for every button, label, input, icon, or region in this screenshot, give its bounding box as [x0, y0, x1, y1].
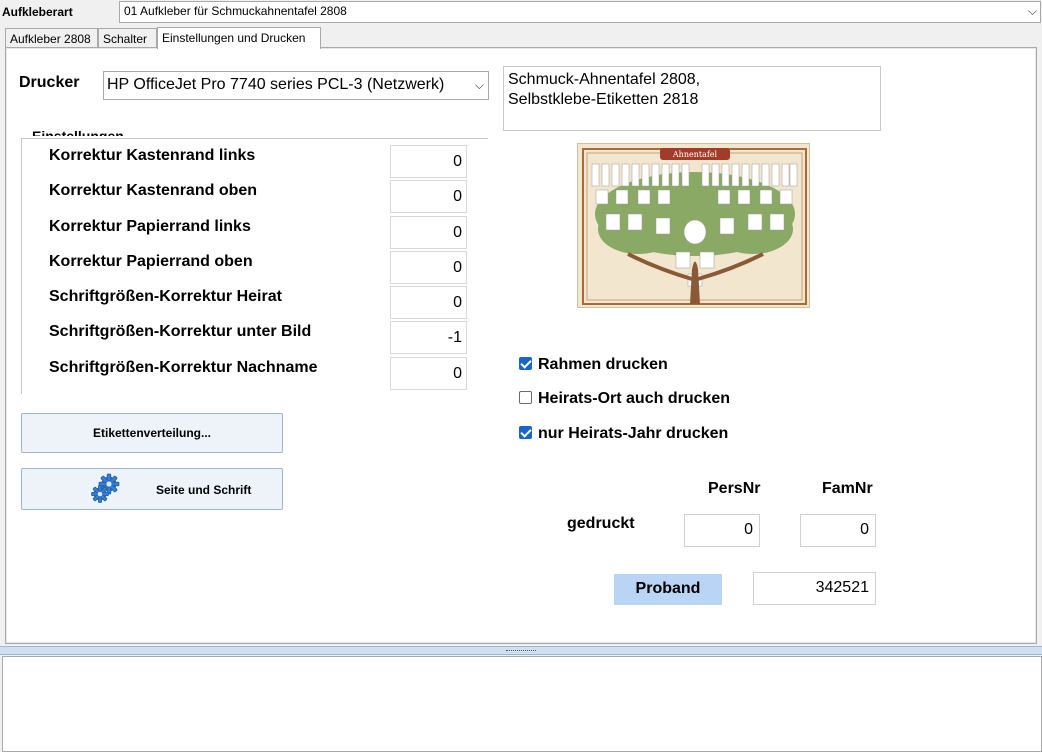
- bottom-panel: [2, 656, 1042, 752]
- option-label: Rahmen drucken: [538, 356, 668, 373]
- description-line-2: Selbstklebe-Etiketten 2818: [508, 91, 699, 108]
- correction-input[interactable]: 0: [390, 145, 467, 178]
- gedruckt-label: gedruckt: [567, 515, 635, 532]
- proband-input[interactable]: 342521: [753, 572, 876, 605]
- description-box[interactable]: Schmuck-Ahnentafel 2808, Selbstklebe-Eti…: [503, 66, 881, 131]
- option-heirats-ort-drucken[interactable]: Heirats-Ort auch drucken: [519, 390, 730, 408]
- aufkleberart-label: Aufkleberart: [2, 5, 73, 19]
- corrections-group-title: Einstellungen: [30, 128, 126, 136]
- famnr-header: FamNr: [822, 480, 873, 497]
- ahnentafel-preview-image: Ahnentafel: [577, 143, 810, 308]
- printer-label: Drucker: [19, 74, 80, 91]
- tab-aufkleber-2808[interactable]: Aufkleber 2808: [5, 28, 98, 48]
- correction-label: Schriftgrößen-Korrektur Nachname: [49, 359, 318, 376]
- correction-input[interactable]: -1: [390, 321, 467, 354]
- correction-input[interactable]: 0: [390, 216, 467, 249]
- option-nur-heirats-jahr[interactable]: nur Heirats-Jahr drucken: [519, 425, 728, 443]
- printer-select[interactable]: HP OfficeJet Pro 7740 series PCL-3 (Netz…: [103, 71, 489, 100]
- seite-und-schrift-label: Seite und Schrift: [156, 483, 252, 497]
- correction-label: Korrektur Kastenrand links: [49, 147, 256, 164]
- description-line-1: Schmuck-Ahnentafel 2808,: [508, 71, 701, 88]
- aufkleberart-value: 01 Aufkleber für Schmuckahnentafel 2808: [124, 4, 347, 18]
- correction-input[interactable]: 0: [390, 180, 467, 213]
- option-label: Heirats-Ort auch drucken: [538, 390, 731, 407]
- chevron-down-icon: ⌵: [1027, 4, 1037, 18]
- option-label: nur Heirats-Jahr drucken: [538, 425, 729, 442]
- chevron-down-icon: ⌵: [474, 78, 484, 92]
- tab-schalter[interactable]: Schalter: [98, 28, 157, 48]
- checkbox-nur-heirats-jahr[interactable]: [519, 426, 532, 439]
- aufkleberart-select[interactable]: 01 Aufkleber für Schmuckahnentafel 2808 …: [119, 1, 1041, 23]
- splitter-grip[interactable]: [506, 650, 536, 652]
- etikettenverteilung-button[interactable]: Etikettenverteilung...: [21, 413, 283, 453]
- tab-einstellungen-und-drucken[interactable]: Einstellungen und Drucken: [157, 27, 321, 49]
- option-rahmen-drucken[interactable]: Rahmen drucken: [519, 356, 668, 374]
- panel-splitter[interactable]: [0, 646, 1042, 655]
- ahnentafel-illustration: Ahnentafel: [582, 148, 807, 305]
- correction-label: Korrektur Papierrand links: [49, 218, 251, 235]
- famnr-gedruckt-input[interactable]: 0: [800, 514, 876, 547]
- persnr-gedruckt-input[interactable]: 0: [684, 514, 760, 547]
- printer-value: HP OfficeJet Pro 7740 series PCL-3 (Netz…: [107, 76, 445, 93]
- checkbox-heirats-ort-drucken[interactable]: [519, 391, 532, 404]
- seite-und-schrift-button[interactable]: Seite und Schrift: [21, 468, 283, 510]
- correction-label: Schriftgrößen-Korrektur unter Bild: [49, 323, 312, 340]
- ahnentafel-banner-title: Ahnentafel: [672, 150, 718, 159]
- correction-label: Schriftgrößen-Korrektur Heirat: [49, 288, 282, 305]
- correction-input[interactable]: 0: [390, 357, 467, 390]
- correction-input[interactable]: 0: [390, 286, 467, 319]
- correction-input[interactable]: 0: [390, 251, 467, 284]
- checkbox-rahmen-drucken[interactable]: [519, 357, 532, 370]
- gear-icon: [91, 473, 120, 503]
- correction-label: Korrektur Kastenrand oben: [49, 182, 258, 199]
- proband-button[interactable]: Proband: [614, 574, 722, 605]
- correction-label: Korrektur Papierrand oben: [49, 253, 253, 270]
- persnr-header: PersNr: [708, 480, 761, 497]
